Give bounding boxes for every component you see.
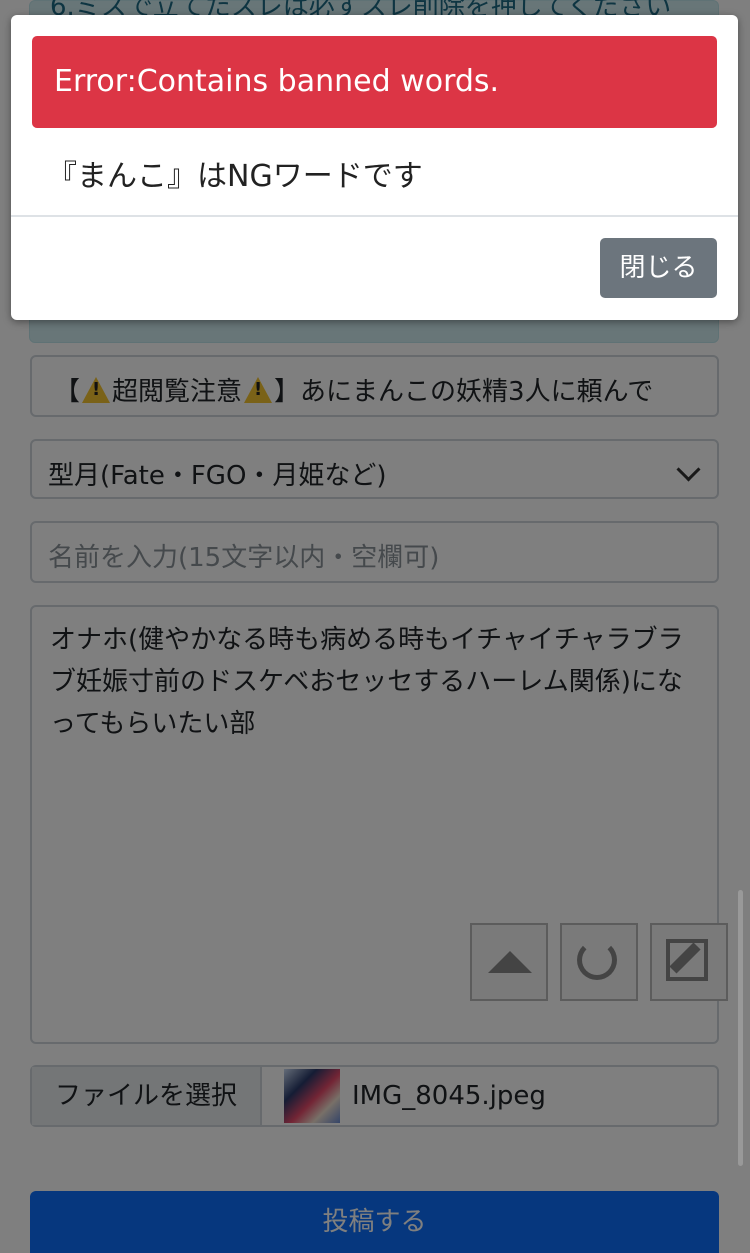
close-button[interactable]: 閉じる: [600, 238, 717, 298]
error-modal: Error:Contains banned words. 『まんこ』はNGワード…: [11, 15, 738, 320]
error-message: 『まんこ』はNGワードです: [47, 159, 423, 194]
error-alert: Error:Contains banned words.: [32, 36, 717, 128]
modal-divider: [11, 215, 738, 217]
scrollbar[interactable]: [738, 890, 743, 1166]
